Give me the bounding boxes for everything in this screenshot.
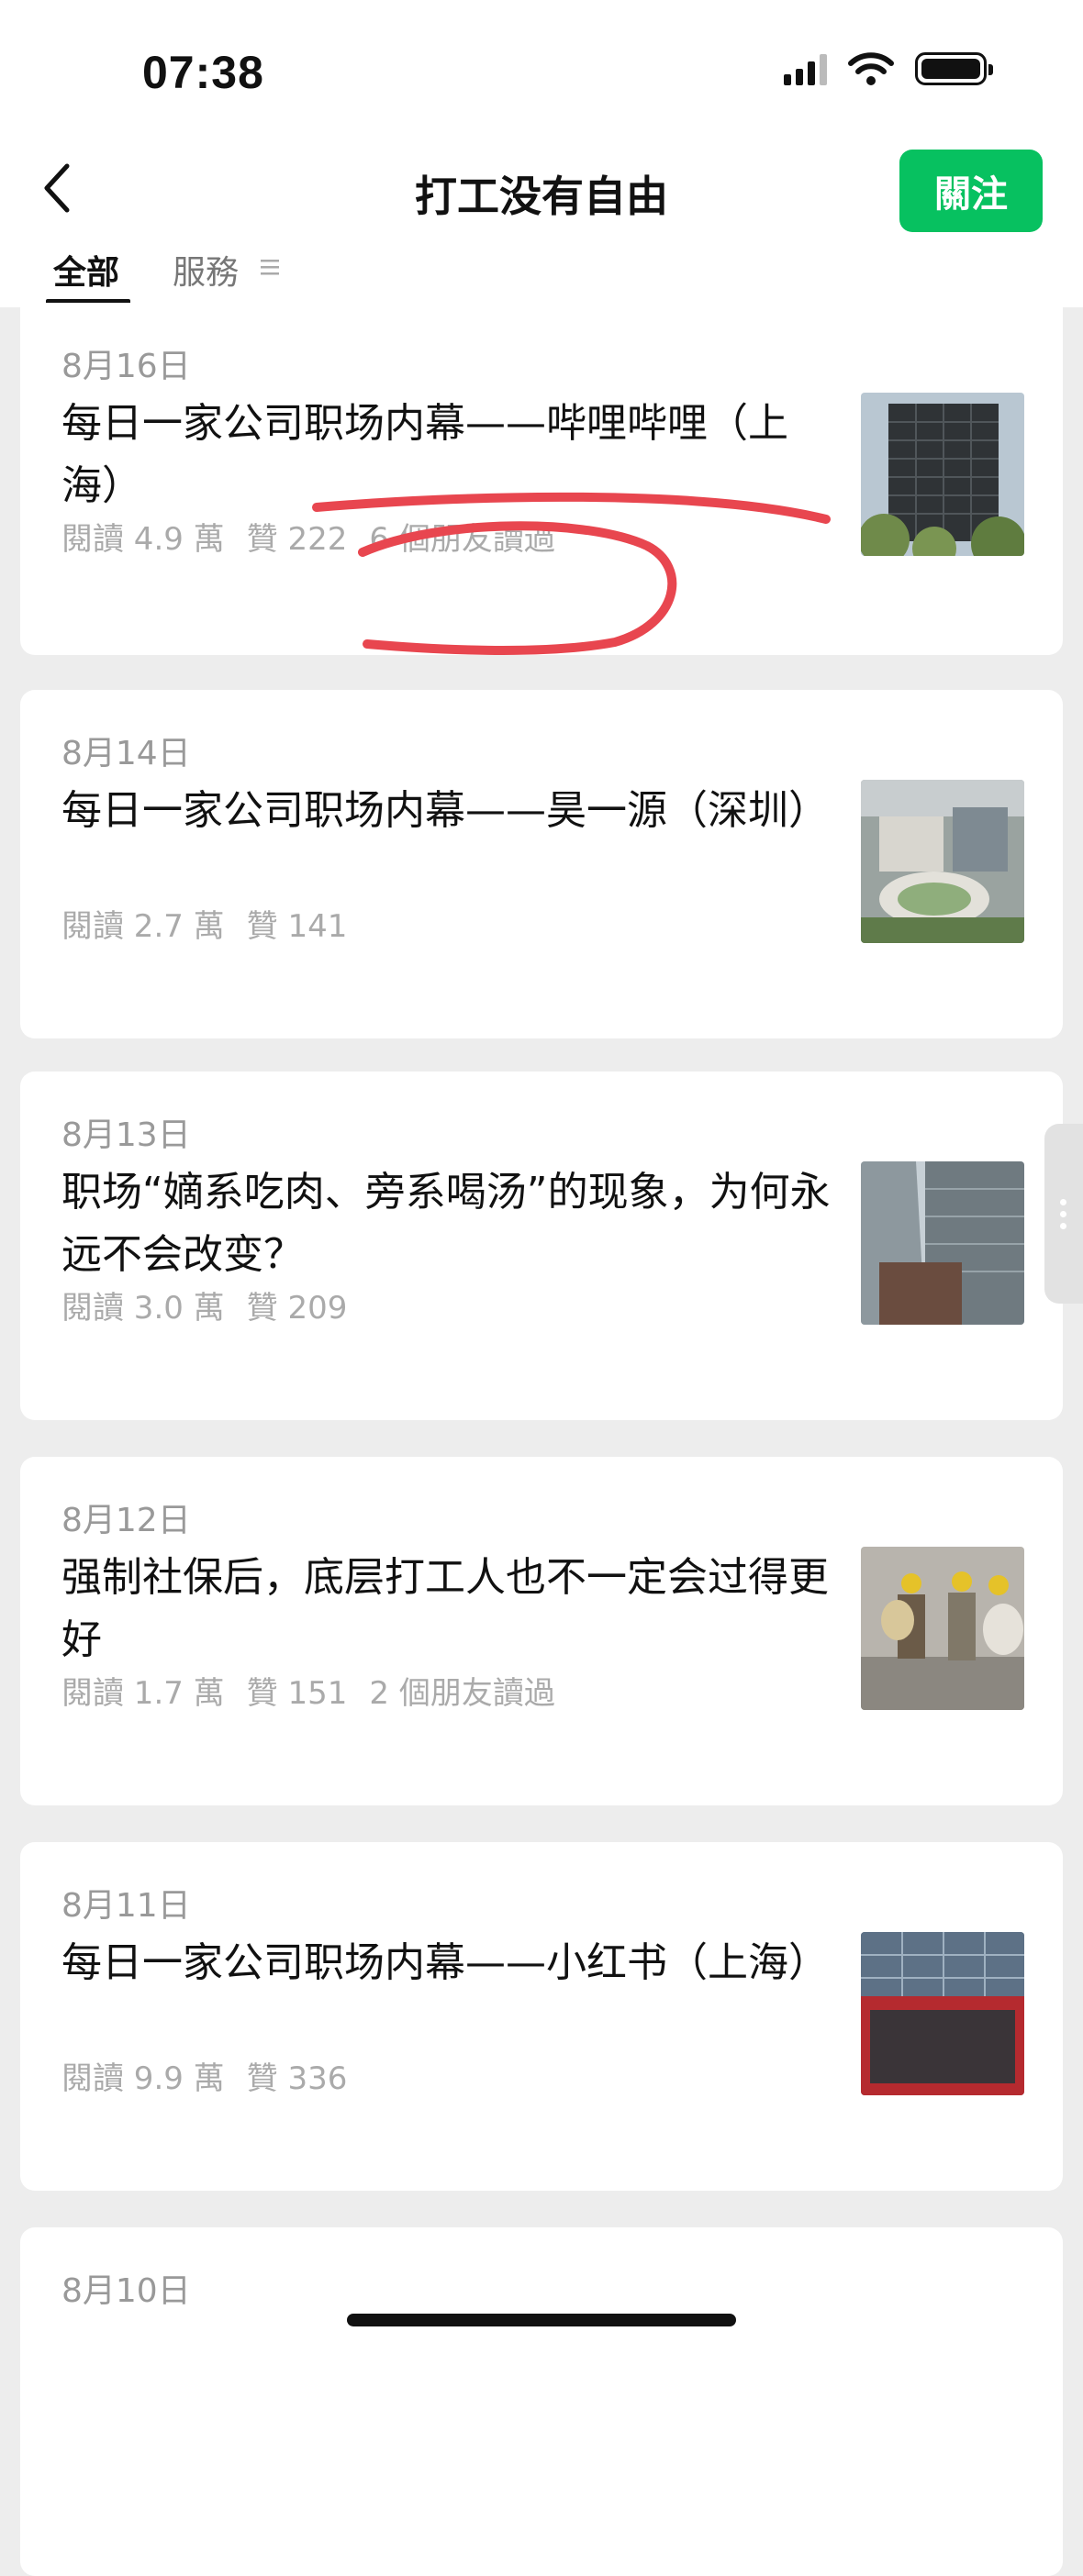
article-stats: 閱讀 3.0 萬贊 209 <box>61 1282 369 1327</box>
article-date: 8月12日 <box>61 1502 191 1539</box>
article-stats: 閱讀 2.7 萬贊 141 <box>61 901 369 946</box>
article-date: 8月13日 <box>61 1116 191 1154</box>
side-scroll-handle[interactable] <box>1044 1124 1083 1304</box>
read-count: 閱讀 3.0 萬 <box>61 1290 225 1327</box>
status-time: 07:38 <box>142 47 264 98</box>
like-count: 贊 209 <box>246 1290 348 1327</box>
status-icons <box>784 51 993 86</box>
article-thumbnail[interactable] <box>861 780 1024 943</box>
article-date: 8月11日 <box>61 1887 191 1925</box>
article-date: 8月14日 <box>61 735 191 772</box>
read-count: 閱讀 4.9 萬 <box>61 521 225 558</box>
article-title[interactable]: 每日一家公司职场内幕——昊一源（深圳） <box>61 780 832 842</box>
article-stats: 閱讀 4.9 萬贊 222 6 個朋友讀過 <box>61 514 577 559</box>
article-date: 8月16日 <box>61 348 191 385</box>
like-count: 贊 151 <box>246 1675 348 1712</box>
friends-read: 2 個朋友讀過 <box>369 1675 555 1712</box>
friends-read: 6 個朋友讀過 <box>369 521 555 558</box>
article-title[interactable]: 每日一家公司职场内幕——小红书（上海） <box>61 1932 832 1994</box>
article-thumbnail[interactable] <box>861 1932 1024 2095</box>
follow-button[interactable]: 關注 <box>899 150 1043 232</box>
menu-icon[interactable] <box>261 259 279 275</box>
article-thumbnail[interactable] <box>861 1161 1024 1325</box>
tab-services[interactable]: 服務 <box>173 246 239 294</box>
like-count: 贊 141 <box>246 908 348 945</box>
home-indicator[interactable] <box>347 2314 736 2326</box>
article-card[interactable]: 8月11日 每日一家公司职场内幕——小红书（上海） 閱讀 9.9 萬贊 336 <box>20 1842 1063 2191</box>
read-count: 閱讀 2.7 萬 <box>61 908 225 945</box>
read-count: 閱讀 1.7 萬 <box>61 1675 225 1712</box>
cellular-signal-icon <box>784 52 827 85</box>
battery-icon <box>915 52 993 85</box>
tab-all[interactable]: 全部 <box>53 246 119 294</box>
article-card[interactable]: 8月12日 强制社保后，底层打工人也不一定会过得更好 閱讀 1.7 萬贊 151… <box>20 1457 1063 1805</box>
article-thumbnail[interactable] <box>861 393 1024 556</box>
read-count: 閱讀 9.9 萬 <box>61 2060 225 2097</box>
article-stats: 閱讀 1.7 萬贊 151 2 個朋友讀過 <box>61 1668 577 1713</box>
article-title[interactable]: 强制社保后，底层打工人也不一定会过得更好 <box>61 1547 832 1671</box>
article-card[interactable]: 8月10日 <box>20 2227 1063 2576</box>
like-count: 贊 222 <box>246 521 348 558</box>
article-date: 8月10日 <box>61 2272 191 2310</box>
article-card[interactable]: 8月16日 每日一家公司职场内幕——哔哩哔哩（上海） 閱讀 4.9 萬贊 222… <box>20 303 1063 655</box>
wifi-icon <box>848 52 894 85</box>
article-card[interactable]: 8月14日 每日一家公司职场内幕——昊一源（深圳） 閱讀 2.7 萬贊 141 <box>20 690 1063 1038</box>
article-stats: 閱讀 9.9 萬贊 336 <box>61 2053 369 2098</box>
article-card[interactable]: 8月13日 职场“嫡系吃肉、旁系喝汤”的现象，为何永远不会改变？ 閱讀 3.0 … <box>20 1071 1063 1420</box>
article-title[interactable]: 职场“嫡系吃肉、旁系喝汤”的现象，为何永远不会改变？ <box>61 1161 832 1286</box>
article-title[interactable]: 每日一家公司职场内幕——哔哩哔哩（上海） <box>61 393 832 517</box>
top-bar: 07:38 打工没有自由 關注 全部 服務 <box>0 0 1083 307</box>
article-thumbnail[interactable] <box>861 1547 1024 1710</box>
like-count: 贊 336 <box>246 2060 348 2097</box>
